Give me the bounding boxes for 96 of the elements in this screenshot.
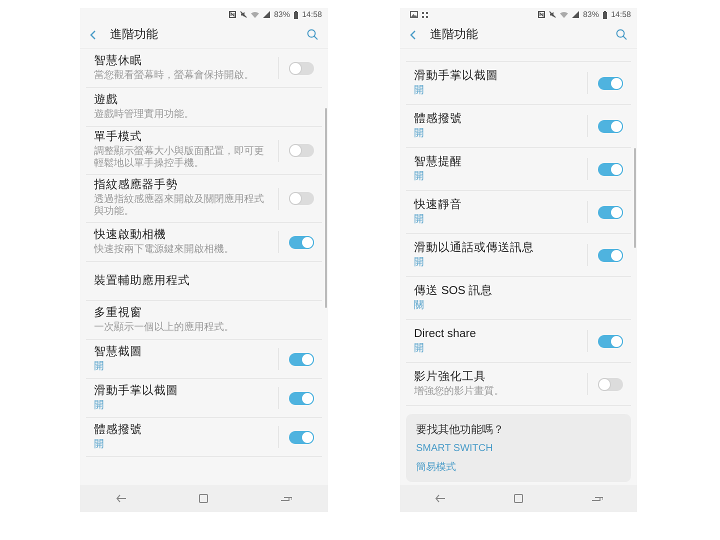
setting-title: 快速啟動相機	[94, 228, 167, 242]
battery-icon	[294, 10, 298, 18]
recents-icon[interactable]	[592, 494, 602, 502]
setting-description: 透過指紋感應器來開啟及關閉應用程式與功能。	[94, 194, 265, 218]
toggle-switch[interactable]	[598, 334, 623, 348]
settings-item[interactable]: 滑動手掌以截圖 開	[406, 62, 631, 105]
battery-icon	[602, 10, 607, 18]
setting-description: 快速按兩下電源鍵來開啟相機。	[94, 244, 235, 256]
status-time: 14:58	[610, 10, 631, 19]
setting-status: 開	[414, 128, 425, 140]
setting-description: 遊戲時管理實用功能。	[94, 108, 195, 120]
status-time: 14:58	[302, 10, 322, 19]
setting-description: 調整顯示螢幕大小與版面配置，即可更輕鬆地以單手操控手機。	[94, 146, 265, 170]
setting-title: 滑動手掌以截圖	[414, 70, 499, 82]
setting-title: 智慧休眠	[94, 54, 143, 68]
setting-status: 開	[414, 170, 425, 182]
settings-item[interactable]: 快速啟動相機 快速按兩下電源鍵來開啟相機。	[86, 223, 322, 262]
setting-status: 開	[414, 214, 425, 226]
back-icon[interactable]	[90, 30, 96, 40]
settings-item[interactable]: 單手模式 調整顯示螢幕大小與版面配置，即可更輕鬆地以單手操控手機。	[86, 127, 322, 175]
setting-description: 當您觀看螢幕時，螢幕會保持開啟。	[94, 70, 255, 82]
setting-title: 快速靜音	[414, 198, 463, 212]
image-icon	[410, 11, 418, 18]
toggle-switch[interactable]	[598, 206, 623, 218]
settings-item[interactable]: 智慧提醒 開	[406, 148, 631, 191]
setting-title: 影片強化工具	[414, 370, 487, 384]
nfc-icon	[228, 11, 236, 18]
toggle-switch[interactable]	[289, 352, 314, 366]
setting-title: 體感撥號	[414, 112, 463, 126]
settings-item[interactable]: 影片強化工具 增強您的影片畫質。	[406, 363, 631, 406]
mute-icon	[548, 11, 556, 18]
toggle-switch[interactable]	[598, 378, 623, 390]
toggle-switch[interactable]	[598, 120, 623, 132]
settings-item[interactable]: 傳送 SOS 訊息 關	[406, 277, 631, 320]
setting-status: 開	[94, 360, 105, 372]
settings-item[interactable]: 快速靜音 開	[406, 191, 631, 234]
search-icon[interactable]	[616, 29, 627, 40]
settings-item[interactable]: 體感撥號 開	[86, 418, 322, 457]
search-icon[interactable]	[307, 29, 318, 40]
battery-percentage: 83%	[582, 10, 599, 19]
settings-item[interactable]: 裝置輔助應用程式	[86, 262, 322, 301]
screen-title: 進階功能	[110, 26, 159, 43]
battery-percentage: 83%	[274, 10, 290, 19]
setting-status: 開	[414, 84, 425, 96]
setting-title: 智慧截圖	[94, 346, 143, 358]
nfc-icon	[538, 11, 545, 18]
setting-title: 滑動以通話或傳送訊息	[414, 242, 535, 254]
wifi-icon	[560, 11, 568, 18]
toggle-switch[interactable]	[289, 430, 314, 444]
settings-item[interactable]: 體感撥號 開	[406, 105, 631, 148]
setting-status: 開	[94, 400, 105, 412]
setting-description: 增強您的影片畫質。	[414, 386, 505, 398]
setting-status: 關	[414, 300, 425, 312]
settings-item[interactable]: 滑動手掌以截圖 開	[86, 379, 322, 418]
setting-status: 開	[414, 256, 425, 268]
setting-title: Direct share	[414, 328, 477, 340]
home-icon[interactable]	[514, 494, 522, 503]
setting-title: 智慧提醒	[414, 156, 463, 168]
setting-title: 單手模式	[94, 131, 143, 144]
setting-title: 傳送 SOS 訊息	[414, 284, 494, 298]
back-icon[interactable]	[116, 494, 126, 503]
setting-title: 體感撥號	[94, 424, 143, 436]
toggle-switch[interactable]	[289, 62, 314, 74]
signal-icon	[572, 11, 579, 18]
back-icon[interactable]	[434, 494, 444, 503]
setting-title: 滑動手掌以截圖	[94, 384, 179, 398]
toggle-switch[interactable]	[289, 236, 314, 248]
wifi-icon	[250, 11, 259, 18]
home-icon[interactable]	[198, 494, 208, 503]
setting-title: 多重視窗	[94, 306, 143, 320]
setting-title: 遊戲	[94, 94, 119, 106]
toggle-switch[interactable]	[289, 144, 314, 157]
mute-icon	[240, 11, 247, 18]
settings-item[interactable]: Direct share 開	[406, 320, 631, 363]
settings-item[interactable]: 多重視窗 一次顯示一個以上的應用程式。	[86, 301, 322, 340]
card-title: 要找其他功能嗎？	[416, 423, 504, 437]
grid-icon	[422, 12, 428, 18]
settings-item[interactable]: 指紋感應器手勢 透過指紋感應器來開啟及關閉應用程式與功能。	[86, 175, 322, 223]
toggle-switch[interactable]	[289, 192, 314, 205]
recents-icon[interactable]	[280, 494, 292, 502]
setting-title: 裝置輔助應用程式	[94, 274, 191, 288]
toggle-switch[interactable]	[598, 248, 623, 262]
setting-description: 一次顯示一個以上的應用程式。	[94, 322, 235, 334]
setting-title: 指紋感應器手勢	[94, 179, 179, 192]
settings-item[interactable]: 智慧休眠 當您觀看螢幕時，螢幕會保持開啟。	[86, 49, 322, 88]
toggle-switch[interactable]	[598, 76, 623, 90]
settings-item[interactable]: 遊戲 遊戲時管理實用功能。	[86, 88, 322, 127]
screen-title: 進階功能	[430, 26, 479, 43]
toggle-switch[interactable]	[289, 392, 314, 404]
settings-item[interactable]: 滑動以通話或傳送訊息 開	[406, 234, 631, 277]
toggle-switch[interactable]	[598, 162, 623, 176]
back-icon[interactable]	[410, 30, 416, 40]
setting-status: 開	[94, 438, 105, 450]
setting-status: 開	[414, 342, 425, 354]
signal-icon	[262, 11, 270, 18]
settings-item[interactable]: 智慧截圖 開	[86, 340, 322, 379]
